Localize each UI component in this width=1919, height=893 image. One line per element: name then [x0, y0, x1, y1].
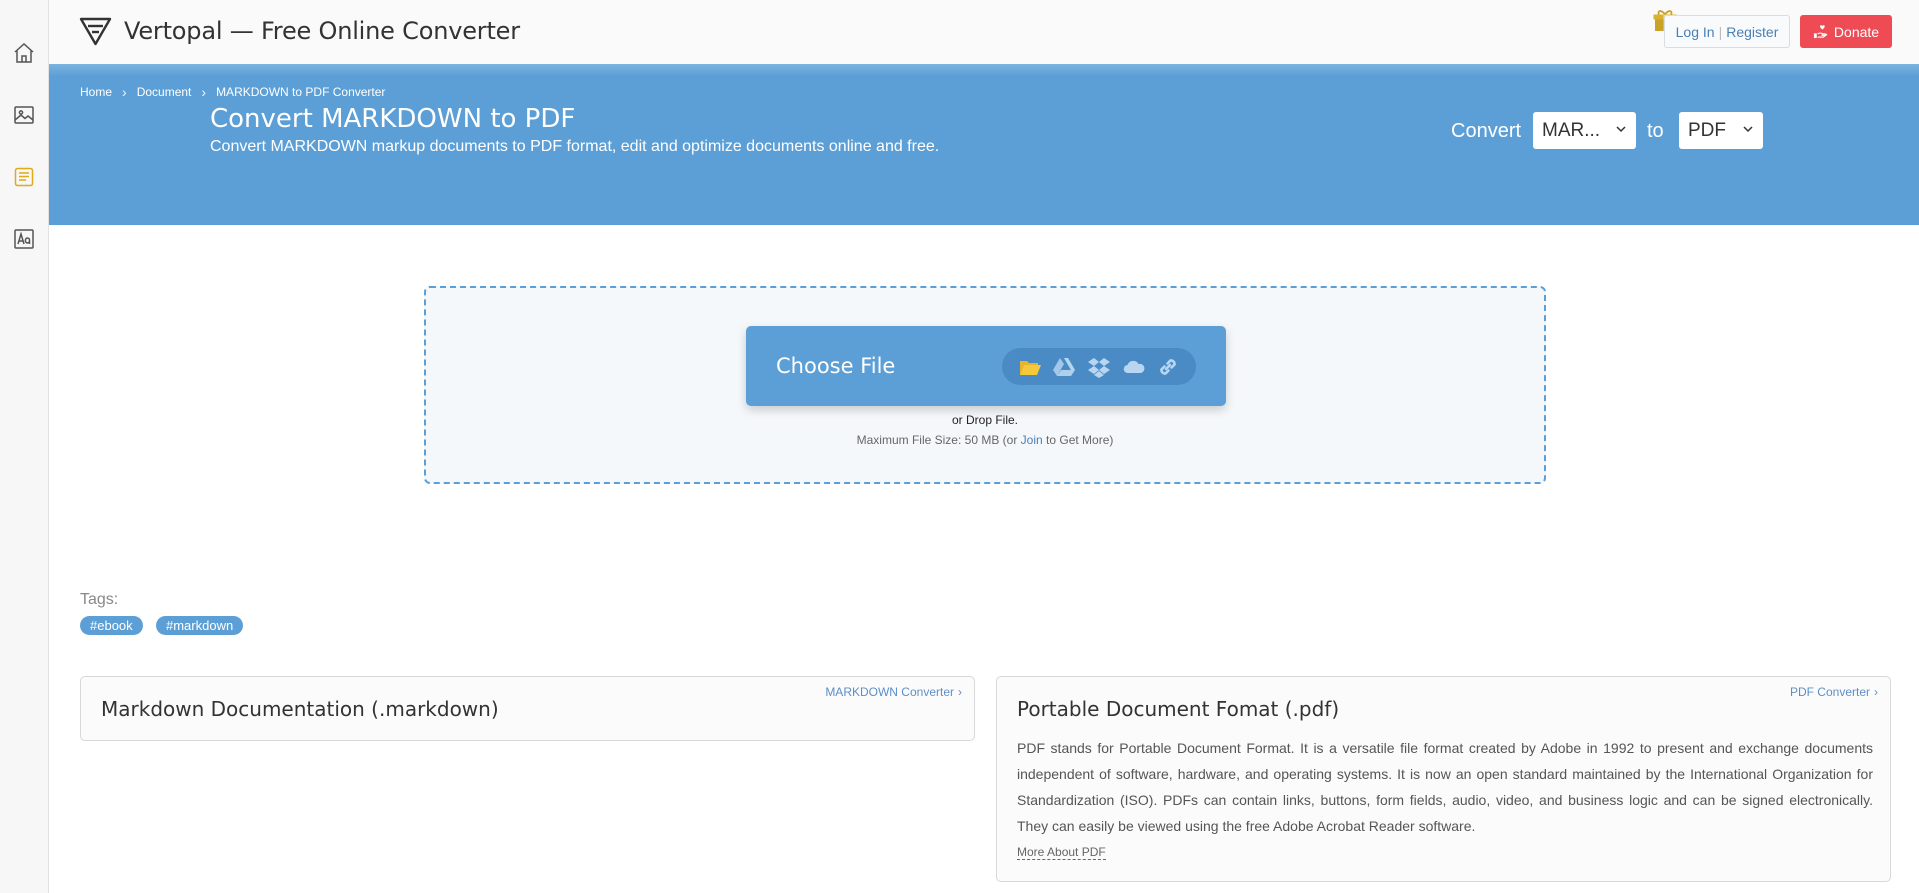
pdf-converter-link[interactable]: PDF Converter › [1790, 685, 1878, 699]
tag-markdown[interactable]: #markdown [156, 616, 244, 635]
link-icon[interactable] [1155, 354, 1181, 380]
logo[interactable]: Vertopal — Free Online Converter [79, 16, 520, 46]
register-link[interactable]: Register [1726, 24, 1778, 40]
onedrive-icon[interactable] [1121, 354, 1147, 380]
max-size-prefix: Maximum File Size: 50 MB (or [856, 433, 1021, 447]
document-icon[interactable] [11, 164, 37, 190]
markdown-card-title: Markdown Documentation (.markdown) [101, 697, 499, 721]
folder-icon[interactable] [1017, 354, 1043, 380]
donate-button[interactable]: Donate [1800, 15, 1892, 48]
join-link[interactable]: Join [1021, 433, 1043, 447]
convert-label: Convert [1451, 120, 1522, 142]
max-file-size-note: Maximum File Size: 50 MB (or Join to Get… [426, 433, 1544, 447]
breadcrumb-document[interactable]: Document [137, 85, 192, 99]
page-title: Convert MARKDOWN to PDF [210, 104, 576, 134]
chevron-down-icon [1743, 126, 1753, 133]
more-about-pdf-link[interactable]: More About PDF [1017, 845, 1106, 860]
auth-separator: | [1718, 23, 1723, 40]
upload-sources [1002, 348, 1196, 385]
sidebar [0, 0, 49, 893]
tag-ebook[interactable]: #ebook [80, 616, 143, 635]
chevron-right-icon: › [1874, 685, 1878, 699]
hero-banner: Home › Document › MARKDOWN to PDF Conver… [49, 64, 1919, 225]
pdf-card-description: PDF stands for Portable Document Format.… [1017, 740, 1873, 834]
chevron-down-icon [1616, 126, 1626, 133]
donate-label: Donate [1833, 23, 1880, 40]
breadcrumb-current: MARKDOWN to PDF Converter [216, 85, 386, 99]
to-format-select[interactable]: PDF [1679, 112, 1763, 149]
tags-label: Tags: [80, 591, 119, 608]
pdf-info-card: PDF Converter › Portable Document Fomat … [996, 676, 1891, 882]
dropbox-icon[interactable] [1086, 354, 1112, 380]
breadcrumb: Home › Document › MARKDOWN to PDF Conver… [80, 84, 385, 100]
app-title: Vertopal — Free Online Converter [124, 17, 520, 45]
max-size-suffix: to Get More) [1042, 433, 1114, 447]
to-format-value: PDF [1688, 119, 1726, 141]
from-format-select[interactable]: MAR... [1533, 112, 1636, 149]
login-link[interactable]: Log In [1676, 24, 1715, 40]
home-icon[interactable] [11, 40, 37, 66]
markdown-converter-link-label: MARKDOWN Converter [825, 685, 954, 699]
top-bar: Vertopal — Free Online Converter Log In … [49, 0, 1919, 64]
chevron-right-icon: › [958, 685, 962, 699]
font-icon[interactable] [11, 226, 37, 252]
to-label: to [1647, 120, 1664, 142]
pdf-converter-link-label: PDF Converter [1789, 685, 1870, 699]
markdown-info-card: MARKDOWN Converter › Markdown Documentat… [80, 676, 975, 741]
pdf-card-title: Portable Document Fomat (.pdf) [1017, 697, 1340, 721]
google-drive-icon[interactable] [1051, 354, 1077, 380]
drop-file-hint: or Drop File. [951, 413, 1019, 427]
chevron-right-icon: › [201, 84, 207, 100]
donate-hand-icon [1813, 25, 1828, 39]
auth-links: Log In | Register [1664, 15, 1790, 48]
image-icon[interactable] [11, 102, 37, 128]
choose-file-button[interactable]: Choose File [746, 326, 1226, 406]
file-dropzone[interactable]: Choose File or Drop File. Maximum File S… [424, 286, 1546, 484]
vertopal-logo-icon [79, 17, 112, 46]
choose-file-label: Choose File [776, 354, 896, 378]
from-format-value: MAR... [1542, 119, 1601, 141]
breadcrumb-home[interactable]: Home [80, 85, 112, 99]
markdown-converter-link[interactable]: MARKDOWN Converter › [825, 685, 962, 699]
page-subtitle: Convert MARKDOWN markup documents to PDF… [210, 138, 940, 155]
chevron-right-icon: › [122, 84, 127, 100]
